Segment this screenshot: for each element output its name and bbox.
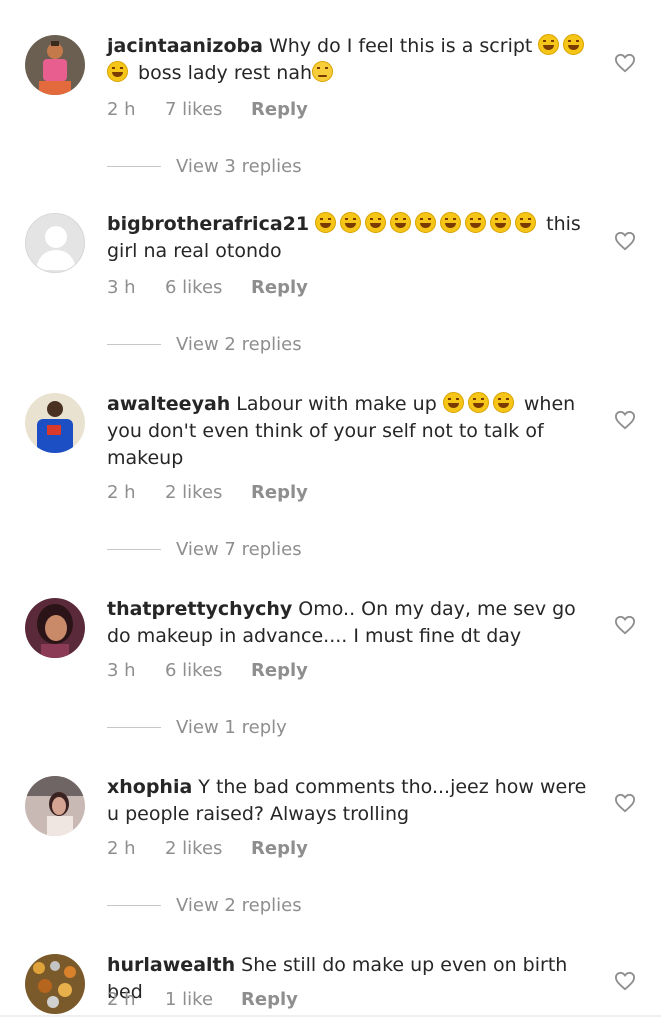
timestamp: 2 h [107, 482, 136, 503]
replies-divider [107, 165, 161, 167]
laughing-emoji-icon [390, 212, 412, 233]
timestamp: 2 h [107, 838, 136, 859]
reply-button[interactable]: Reply [251, 836, 308, 862]
laughing-emoji-icon [340, 212, 362, 233]
heart-outline-icon[interactable] [614, 410, 636, 430]
avatar[interactable] [25, 776, 85, 836]
comment-meta: 3 h 6 likes Reply [107, 658, 308, 684]
laughing-emoji-icon [315, 212, 337, 233]
laughing-emoji-icon [515, 212, 537, 233]
comment-meta: 2 h 2 likes Reply [107, 836, 308, 862]
view-replies-label: View 7 replies [176, 538, 302, 560]
timestamp: 3 h [107, 660, 136, 681]
heart-outline-icon[interactable] [614, 793, 636, 813]
laughing-emoji-icon [538, 34, 560, 55]
comment-meta: 2 h 1 like Reply [107, 987, 298, 1013]
comment-text: thatprettychychy Omo.. On my day, me sev … [107, 596, 597, 650]
username[interactable]: bigbrotherafrica21 [107, 213, 309, 235]
pleading-emoji-icon [312, 61, 334, 82]
reply-button[interactable]: Reply [251, 658, 308, 684]
view-replies-button[interactable]: View 3 replies [107, 153, 302, 179]
username[interactable]: hurlawealth [107, 954, 235, 976]
comment-body-line2: boss lady rest nah [138, 62, 313, 84]
comment-text: bigbrotherafrica21 this girl na real oto… [107, 211, 597, 265]
avatar[interactable] [25, 213, 85, 273]
replies-divider [107, 904, 161, 906]
view-replies-button[interactable]: View 2 replies [107, 331, 302, 357]
laughing-emoji-icon [467, 392, 489, 413]
timestamp: 3 h [107, 277, 136, 298]
laughing-emoji-icon [563, 34, 585, 55]
heart-outline-icon[interactable] [614, 231, 636, 251]
heart-outline-icon[interactable] [614, 53, 636, 73]
view-replies-button[interactable]: View 2 replies [107, 892, 302, 918]
comment-text: xhophia Y the bad comments tho...jeez how… [107, 774, 597, 828]
likes-count[interactable]: 7 likes [165, 97, 251, 123]
likes-count[interactable]: 1 like [165, 987, 241, 1013]
bottom-divider [0, 1015, 661, 1017]
timestamp: 2 h [107, 99, 136, 120]
view-replies-label: View 2 replies [176, 333, 302, 355]
laughing-emoji-icon [465, 212, 487, 233]
laughing-emoji-icon [415, 212, 437, 233]
view-replies-label: View 2 replies [176, 894, 302, 916]
username[interactable]: thatprettychychy [107, 598, 292, 620]
likes-count[interactable]: 6 likes [165, 658, 251, 684]
comment-text: jacintaanizoba Why do I feel this is a sc… [107, 33, 597, 87]
comment-text: awalteeyah Labour with make up when you d… [107, 391, 597, 472]
view-replies-button[interactable]: View 7 replies [107, 536, 302, 562]
replies-divider [107, 548, 161, 550]
reply-button[interactable]: Reply [251, 97, 308, 123]
laughing-emoji-icon [440, 212, 462, 233]
comment-meta: 2 h 2 likes Reply [107, 480, 308, 506]
reply-button[interactable]: Reply [251, 275, 308, 301]
timestamp: 2 h [107, 989, 136, 1010]
likes-count[interactable]: 6 likes [165, 275, 251, 301]
username[interactable]: awalteeyah [107, 393, 230, 415]
laughing-emoji-icon [492, 392, 514, 413]
view-replies-button[interactable]: View 1 reply [107, 714, 287, 740]
username[interactable]: jacintaanizoba [107, 35, 263, 57]
avatar[interactable] [25, 598, 85, 658]
replies-divider [107, 343, 161, 345]
laughing-emoji-icon [490, 212, 512, 233]
username[interactable]: xhophia [107, 776, 192, 798]
likes-count[interactable]: 2 likes [165, 480, 251, 506]
avatar[interactable] [25, 954, 85, 1014]
laughing-emoji-icon [365, 212, 387, 233]
comment-meta: 2 h 7 likes Reply [107, 97, 308, 123]
comment-body: Labour with make up [236, 393, 437, 415]
comment-meta: 3 h 6 likes Reply [107, 275, 308, 301]
replies-divider [107, 726, 161, 728]
view-replies-label: View 1 reply [176, 716, 287, 738]
likes-count[interactable]: 2 likes [165, 836, 251, 862]
laughing-emoji-icon [442, 392, 464, 413]
view-replies-label: View 3 replies [176, 155, 302, 177]
reply-button[interactable]: Reply [241, 987, 298, 1013]
heart-outline-icon[interactable] [614, 615, 636, 635]
heart-outline-icon[interactable] [614, 971, 636, 991]
avatar[interactable] [25, 35, 85, 95]
comment-body: Why do I feel this is a script [268, 35, 533, 57]
avatar[interactable] [25, 393, 85, 453]
laughing-emoji-icon [107, 61, 128, 82]
reply-button[interactable]: Reply [251, 480, 308, 506]
